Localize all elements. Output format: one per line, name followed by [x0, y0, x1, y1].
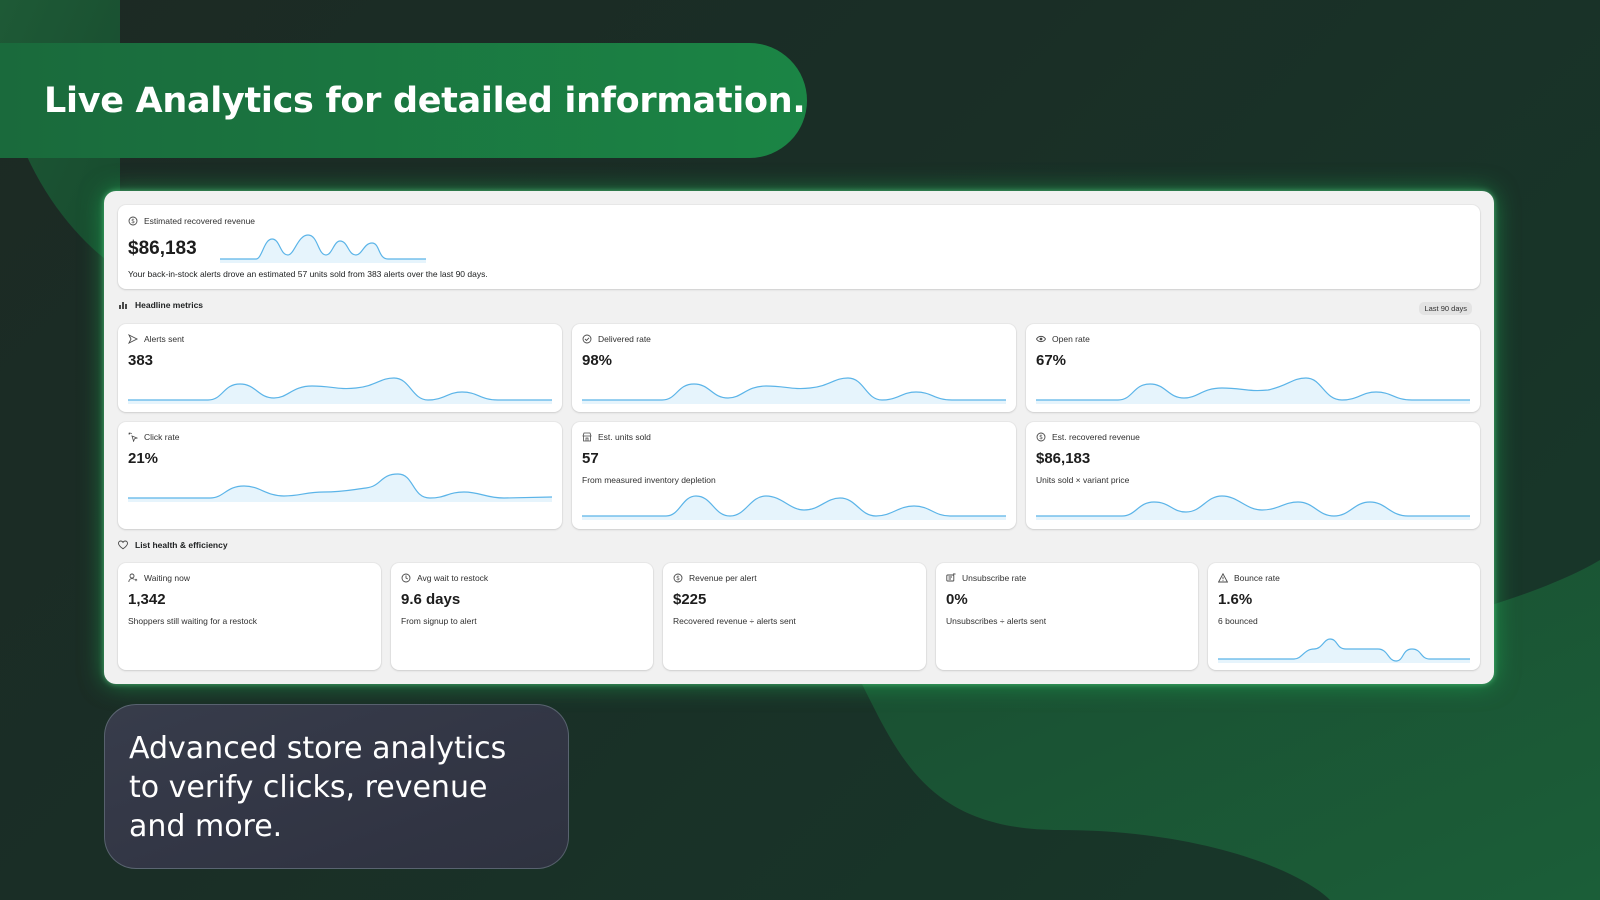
- metric-subtext: 6 bounced: [1218, 616, 1258, 626]
- metric-value: 383: [128, 352, 154, 369]
- hero-sparkline: [220, 234, 426, 263]
- hero-label: $ Estimated recovered revenue: [128, 216, 255, 226]
- store-icon: [582, 432, 592, 442]
- headline-banner: Live Analytics for detailed information.: [0, 43, 807, 158]
- eye-icon: [1036, 334, 1046, 344]
- metric-label: Open rate: [1052, 334, 1090, 344]
- svg-text:$: $: [1039, 434, 1043, 441]
- metric-sparkline: [128, 473, 552, 502]
- metric-label: Bounce rate: [1234, 573, 1280, 583]
- health-card-avg-wait: Avg wait to restock 9.6 days From signup…: [391, 563, 653, 670]
- metric-card-alerts-sent: Alerts sent 383: [118, 324, 562, 412]
- metric-label: Est. recovered revenue: [1052, 432, 1140, 442]
- metric-subtext: From signup to alert: [401, 616, 477, 626]
- metric-value: 1,342: [128, 591, 166, 608]
- health-card-bounce-rate: Bounce rate 1.6% 6 bounced: [1208, 563, 1480, 670]
- health-card-waiting-now: Waiting now 1,342 Shoppers still waiting…: [118, 563, 381, 670]
- metric-value: $86,183: [1036, 450, 1091, 467]
- metric-card-delivered-rate: Delivered rate 98%: [572, 324, 1016, 412]
- metric-sparkline: [128, 377, 552, 404]
- metric-label: Revenue per alert: [689, 573, 757, 583]
- metric-value: 67%: [1036, 352, 1067, 369]
- analytics-dashboard: $ Estimated recovered revenue $86,183 Yo…: [104, 191, 1494, 684]
- heart-icon: [118, 540, 128, 550]
- cursor-click-icon: [128, 432, 138, 442]
- dollar-circle-icon: $: [1036, 432, 1046, 442]
- metric-sparkline: [1218, 638, 1470, 663]
- metric-card-click-rate: Click rate 21%: [118, 422, 562, 529]
- dollar-circle-icon: $: [128, 216, 138, 226]
- metric-value: 1.6%: [1218, 591, 1253, 608]
- metric-label: Est. units sold: [598, 432, 651, 442]
- metric-value: 98%: [582, 352, 613, 369]
- metric-value: $225: [673, 591, 707, 608]
- metric-label: Unsubscribe rate: [962, 573, 1027, 583]
- hero-value: $86,183: [128, 238, 197, 259]
- hero-description: Your back-in-stock alerts drove an estim…: [128, 269, 488, 279]
- health-card-revenue-per-alert: $ Revenue per alert $225 Recovered reven…: [663, 563, 926, 670]
- metric-sparkline: [1036, 377, 1470, 404]
- svg-text:$: $: [676, 575, 680, 582]
- metric-sparkline: [1036, 495, 1470, 520]
- send-icon: [128, 334, 138, 344]
- metric-sparkline: [582, 495, 1006, 520]
- metric-subtext: Shoppers still waiting for a restock: [128, 616, 257, 626]
- hero-revenue-card: $ Estimated recovered revenue $86,183 Yo…: [118, 205, 1480, 289]
- metric-label: Alerts sent: [144, 334, 185, 344]
- check-circle-icon: [582, 334, 592, 344]
- clock-icon: [401, 573, 411, 583]
- headline-metrics-title: Headline metrics: [118, 300, 203, 310]
- metric-label: Delivered rate: [598, 334, 651, 344]
- period-badge[interactable]: Last 90 days: [1419, 302, 1472, 315]
- dollar-circle-icon: $: [673, 573, 683, 583]
- metric-value: 9.6 days: [401, 591, 461, 608]
- svg-text:$: $: [131, 218, 135, 225]
- metric-value: 21%: [128, 450, 159, 467]
- list-health-title: List health & efficiency: [118, 540, 228, 550]
- metric-label: Click rate: [144, 432, 180, 442]
- warning-icon: [1218, 573, 1228, 583]
- metric-subtext: Unsubscribes ÷ alerts sent: [946, 616, 1047, 626]
- metric-sparkline: [582, 377, 1006, 404]
- metric-label: Waiting now: [144, 573, 190, 583]
- metric-subtext: Units sold × variant price: [1036, 475, 1130, 485]
- metric-card-open-rate: Open rate 67%: [1026, 324, 1480, 412]
- metric-subtext: From measured inventory depletion: [582, 475, 716, 485]
- bar-chart-icon: [118, 300, 128, 310]
- metric-value: 57: [582, 450, 599, 467]
- health-card-unsubscribe-rate: Unsubscribe rate 0% Unsubscribes ÷ alert…: [936, 563, 1198, 670]
- headline-text: Live Analytics for detailed information.: [44, 80, 806, 121]
- metric-card-recovered-revenue: $ Est. recovered revenue $86,183 Units s…: [1026, 422, 1480, 529]
- unsubscribe-icon: [946, 573, 956, 583]
- metric-value: 0%: [946, 591, 968, 608]
- caption-text: Advanced store analytics to verify click…: [129, 731, 507, 844]
- metric-card-units-sold: Est. units sold 57 From measured invento…: [572, 422, 1016, 529]
- metric-label: Avg wait to restock: [417, 573, 489, 583]
- caption-box: Advanced store analytics to verify click…: [104, 704, 569, 869]
- metric-subtext: Recovered revenue ÷ alerts sent: [673, 616, 796, 626]
- person-icon: [128, 573, 138, 583]
